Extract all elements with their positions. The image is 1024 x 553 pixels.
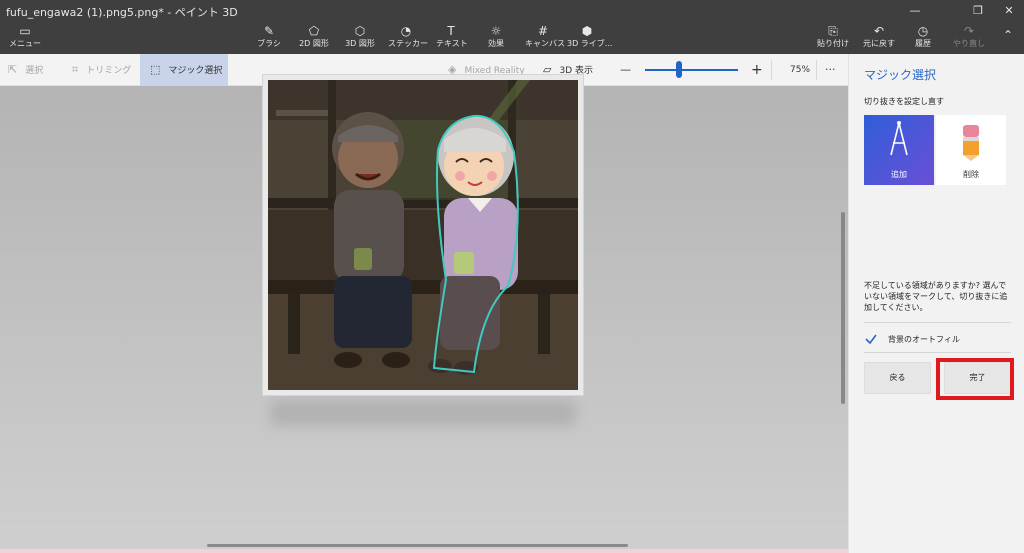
more-divider <box>816 60 817 80</box>
redo-button[interactable]: ↷ やり直し <box>952 24 986 54</box>
illustration-image[interactable] <box>268 80 578 390</box>
tool-stickers[interactable]: ◔ ステッカー <box>388 24 428 54</box>
menu-folder-icon: ▭ <box>19 24 31 38</box>
history-icon: ◷ <box>917 24 929 38</box>
redo-icon: ↷ <box>963 24 975 38</box>
checkmark-icon <box>865 334 877 345</box>
tool-label: テキスト <box>436 39 468 48</box>
select-tool[interactable]: ⇱ 選択 <box>8 54 58 86</box>
autofill-label: 背景のオートフィル <box>888 335 960 344</box>
vertical-scrollbar[interactable] <box>841 212 845 404</box>
undo-icon: ↶ <box>873 24 885 38</box>
history-button[interactable]: ◷ 履歴 <box>910 24 936 54</box>
crop-tool[interactable]: ⌗ トリミング <box>72 54 132 86</box>
close-button[interactable]: ✕ <box>994 0 1024 22</box>
crop-label: トリミング <box>86 66 132 76</box>
add-label: 追加 <box>891 170 907 179</box>
eraser-icon <box>963 125 979 161</box>
menu-button[interactable]: ▭ メニュー <box>8 24 42 52</box>
zoom-slider-track[interactable] <box>645 69 738 71</box>
crop-icon: ⌗ <box>72 63 79 76</box>
zoom-out-button[interactable]: — <box>620 54 634 86</box>
tool-label: 貼り付け <box>817 39 849 48</box>
back-button[interactable]: 戻る <box>864 362 931 394</box>
brush-icon: ✎ <box>263 24 275 38</box>
tool-label: 元に戻す <box>863 39 895 48</box>
more-options-button[interactable]: ··· <box>825 54 841 86</box>
title-bar: fufu_engawa2 (1).png5.png* - ペイント 3D — ❐… <box>0 0 1024 22</box>
tool-label: 効果 <box>488 39 504 48</box>
tool-effects[interactable]: ☼ 効果 <box>484 24 508 54</box>
minimize-button[interactable]: — <box>900 0 930 22</box>
bottom-edge <box>0 549 848 553</box>
3d-library-icon: ⬢ <box>581 24 593 38</box>
panel-description: 不足している領域がありますか? 選んでいない領域をマークして、切り抜きに追加して… <box>864 281 1008 312</box>
tool-label: キャンバス <box>525 39 565 48</box>
done-highlight-box <box>936 358 1014 400</box>
horizontal-scrollbar[interactable] <box>207 544 628 547</box>
tool-label: やり直し <box>953 39 985 48</box>
cursor-icon: ⇱ <box>8 63 18 76</box>
tool-label: 3D 図形 <box>345 39 375 48</box>
undo-button[interactable]: ↶ 元に戻す <box>862 24 896 54</box>
paste-icon: ⎘ <box>828 24 838 38</box>
zoom-slider-thumb[interactable] <box>676 61 682 78</box>
autofill-background-checkbox[interactable]: 背景のオートフィル <box>864 332 1014 348</box>
panel-subtitle: 切り抜きを設定し直す <box>864 97 944 106</box>
remove-label: 削除 <box>963 170 979 179</box>
zoom-level: 75% <box>790 65 811 75</box>
tool-text[interactable]: T テキスト <box>436 24 468 54</box>
magic-select-label: マジック選択 <box>168 66 223 76</box>
2d-shapes-icon: ⬠ <box>308 24 320 38</box>
tool-3d-shapes[interactable]: ⬡ 3D 図形 <box>343 24 377 54</box>
main-toolbar: ▭ メニュー ✎ ブラシ ⬠ 2D 図形 ⬡ 3D 図形 ◔ ステッカー T テ… <box>0 22 1024 54</box>
zoom-divider <box>771 60 772 80</box>
tool-brush[interactable]: ✎ ブラシ <box>255 24 283 54</box>
menu-label: メニュー <box>9 39 41 48</box>
compass-pen-icon <box>890 121 908 156</box>
zoom-in-button[interactable]: + <box>751 54 765 86</box>
3d-shapes-icon: ⬡ <box>354 24 366 38</box>
tool-label: ステッカー <box>388 39 428 48</box>
restore-button[interactable]: ❐ <box>963 0 993 22</box>
add-mode-button[interactable]: 追加 <box>864 115 934 185</box>
magic-select-tool[interactable]: ⬚ マジック選択 <box>140 54 228 86</box>
tool-label: 2D 図形 <box>299 39 329 48</box>
canvas-icon: # <box>537 24 549 38</box>
select-label: 選択 <box>25 66 44 76</box>
panel-title: マジック選択 <box>864 68 937 82</box>
tool-label: 履歴 <box>915 39 931 48</box>
image-shadow <box>270 400 576 426</box>
tool-label: 3D ライブ... <box>567 39 613 48</box>
effects-icon: ☼ <box>490 24 502 38</box>
sticker-icon: ◔ <box>400 24 412 38</box>
window-title: fufu_engawa2 (1).png5.png* - ペイント 3D <box>6 6 238 19</box>
paste-button[interactable]: ⎘ 貼り付け <box>816 24 850 54</box>
tool-label: ブラシ <box>257 39 281 48</box>
tool-3d-library[interactable]: ⬢ 3D ライブ... <box>567 24 613 54</box>
magic-select-icon: ⬚ <box>150 63 161 76</box>
remove-mode-button[interactable]: 削除 <box>936 115 1006 185</box>
panel-divider <box>864 352 1011 353</box>
tool-2d-shapes[interactable]: ⬠ 2D 図形 <box>297 24 331 54</box>
panel-divider <box>864 322 1011 323</box>
tool-canvas[interactable]: # キャンバス <box>525 24 565 54</box>
magic-select-panel: マジック選択 切り抜きを設定し直す 追加 削除 不足している領域がありますか? … <box>848 54 1024 553</box>
chevron-up-icon: ⌃ <box>1002 28 1014 42</box>
text-icon: T <box>447 24 455 38</box>
